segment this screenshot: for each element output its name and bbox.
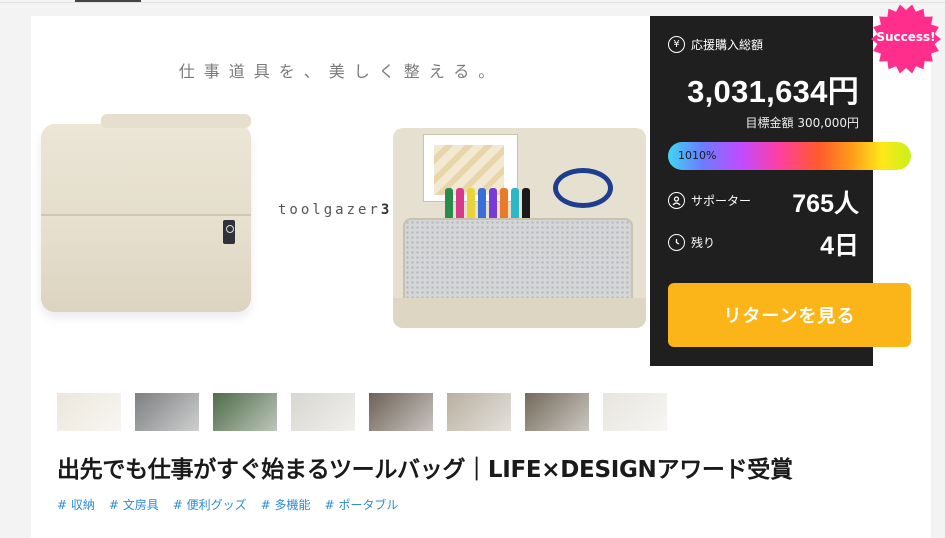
amount-label: 応援購入総額 bbox=[691, 38, 764, 52]
tag-list: # 収納 # 文房具 # 便利グッズ # 多機能 # ポータブル bbox=[57, 496, 398, 513]
tag-link[interactable]: # 収納 bbox=[57, 496, 95, 513]
remaining-row: 残り bbox=[668, 234, 715, 251]
brand-number: 3 bbox=[380, 202, 393, 218]
thumbnail-1[interactable] bbox=[57, 393, 121, 431]
progress-percent: 1010% bbox=[678, 149, 717, 162]
goal-amount: 目標金額 300,000円 bbox=[745, 116, 859, 130]
hero-image[interactable]: 仕事道具を、美しく整える。 toolgazer3 bbox=[31, 16, 651, 366]
supporters-label: サポーター bbox=[691, 194, 752, 208]
project-title: 出先でも仕事がすぐ始まるツールバッグ｜LIFE×DESIGNアワード受賞 bbox=[57, 457, 793, 483]
thumbnail-5[interactable] bbox=[369, 393, 433, 431]
thumbnail-4[interactable] bbox=[291, 393, 355, 431]
view-returns-button[interactable]: リターンを見る bbox=[668, 283, 911, 347]
bag-logo-tag bbox=[223, 220, 235, 244]
tag-link[interactable]: # 多機能 bbox=[261, 496, 311, 513]
success-badge: Success! bbox=[870, 3, 942, 75]
supporters-count: 765人 bbox=[792, 190, 859, 218]
amount-label-row: ¥ 応援購入総額 bbox=[668, 36, 763, 53]
top-divider bbox=[0, 2, 945, 3]
success-label: Success! bbox=[876, 30, 936, 44]
closed-bag-image bbox=[41, 114, 251, 312]
remaining-days: 4日 bbox=[820, 232, 859, 260]
hero-tagline: 仕事道具を、美しく整える。 bbox=[178, 62, 504, 81]
supporters-row: サポーター bbox=[668, 192, 751, 209]
brand-logo: toolgazer3 bbox=[278, 202, 392, 218]
yen-icon: ¥ bbox=[668, 36, 685, 53]
thumbnail-6[interactable] bbox=[447, 393, 511, 431]
tag-link[interactable]: # 文房具 bbox=[109, 496, 159, 513]
thumbnail-2[interactable] bbox=[135, 393, 199, 431]
user-icon bbox=[668, 192, 685, 209]
tag-link[interactable]: # 便利グッズ bbox=[173, 496, 247, 513]
open-bag-image bbox=[393, 128, 646, 328]
clock-icon bbox=[668, 234, 685, 251]
bag-pocket bbox=[41, 214, 251, 312]
scissors bbox=[553, 168, 613, 208]
total-amount: 3,031,634円 bbox=[687, 74, 859, 109]
funding-panel: ¥ 応援購入総額 3,031,634円 目標金額 300,000円 1010% … bbox=[650, 16, 911, 366]
bag-handle bbox=[101, 114, 251, 128]
thumbnail-8[interactable] bbox=[603, 393, 667, 431]
brand-name: toolgazer bbox=[278, 202, 381, 218]
tag-link[interactable]: # ポータブル bbox=[325, 496, 399, 513]
remaining-label: 残り bbox=[691, 236, 716, 250]
thumbnail-7[interactable] bbox=[525, 393, 589, 431]
open-bag-front bbox=[393, 298, 646, 328]
thumbnail-3[interactable] bbox=[213, 393, 277, 431]
progress-bar: 1010% bbox=[668, 142, 911, 170]
